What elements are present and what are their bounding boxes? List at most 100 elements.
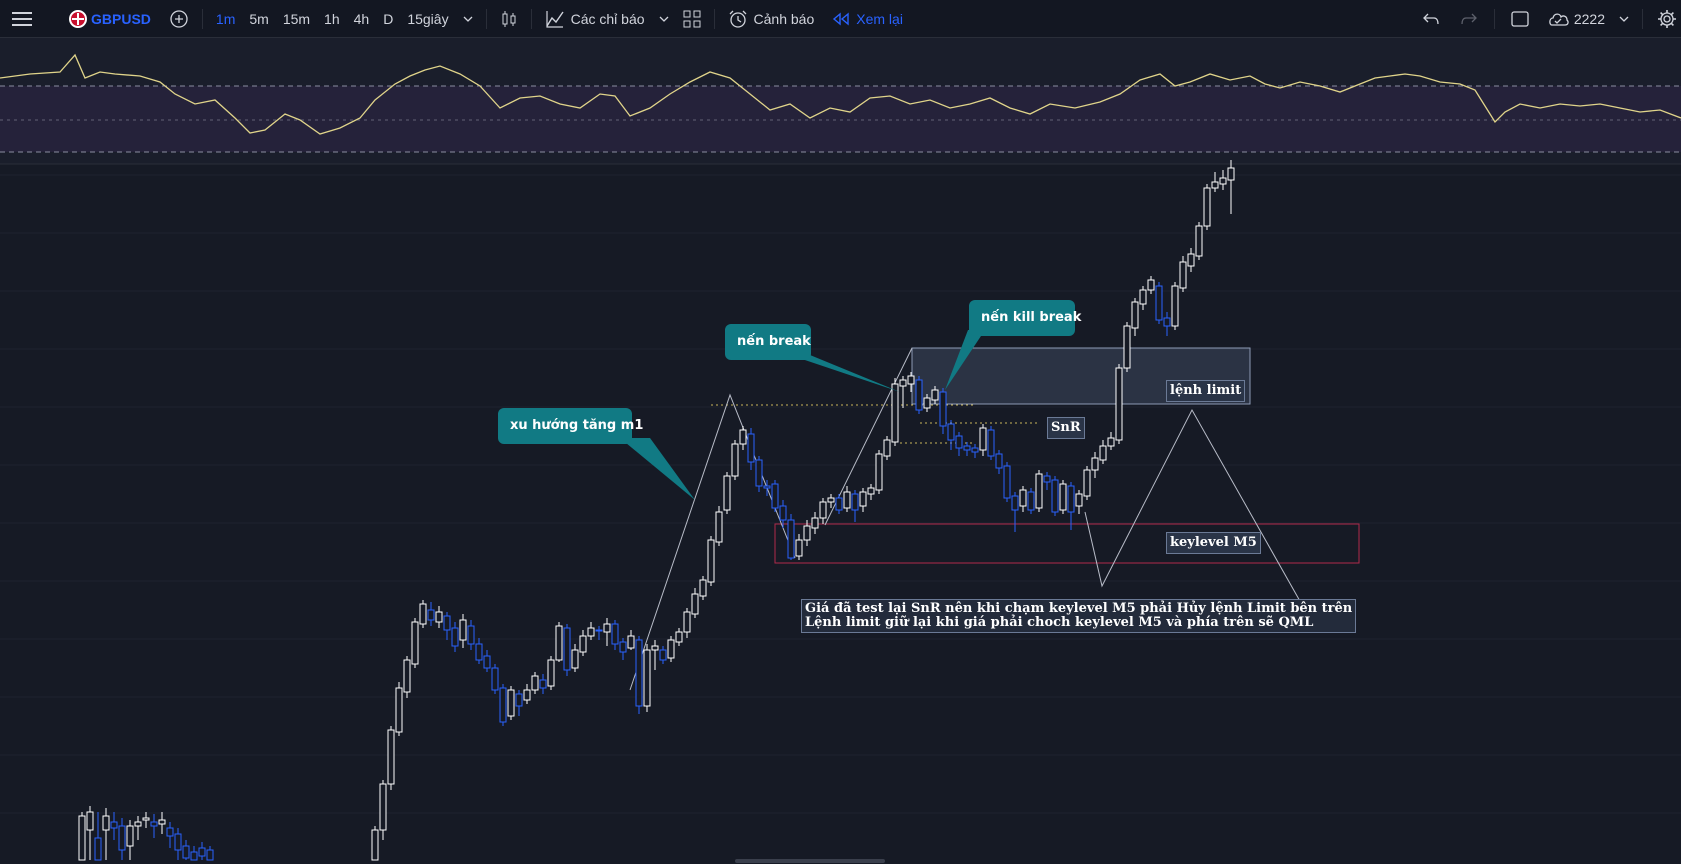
menu-button[interactable] <box>0 0 44 38</box>
bullish-candle <box>843 491 851 509</box>
bullish-candle <box>459 619 467 641</box>
redo-button[interactable] <box>1450 0 1488 38</box>
bearish-candle <box>659 649 667 661</box>
bullish-candle <box>923 397 931 409</box>
bearish-candle <box>118 825 126 851</box>
bearish-candle <box>971 447 979 453</box>
bullish-candle <box>627 635 635 649</box>
replay-button[interactable]: Xem lại <box>825 0 910 38</box>
timeframe-d[interactable]: D <box>376 0 400 38</box>
bullish-candle <box>435 611 443 623</box>
bearish-candle <box>467 625 475 645</box>
bearish-candle <box>491 667 499 691</box>
bullish-candle <box>691 593 699 615</box>
square-icon <box>1511 10 1529 27</box>
alerts-button[interactable]: Cảnh báo <box>721 0 822 38</box>
timeframe-15s[interactable]: 15giây <box>400 0 455 38</box>
indicators-button[interactable]: Các chỉ báo <box>538 0 652 38</box>
bullish-candle <box>1171 285 1179 327</box>
timeframe-1h[interactable]: 1h <box>317 0 347 38</box>
bearish-candle <box>947 423 955 441</box>
bearish-candle <box>515 693 523 707</box>
bearish-candle <box>1163 317 1171 327</box>
replay-label: Xem lại <box>856 10 903 27</box>
timeframe-1m[interactable]: 1m <box>209 0 242 38</box>
note-box[interactable]: Giá đã test lại SnR nên khi chạm keyleve… <box>801 599 1357 633</box>
bullish-candle <box>403 659 411 693</box>
timeframe-15m[interactable]: 15m <box>276 0 317 38</box>
bearish-candle <box>619 641 627 653</box>
note-line-1: Giá đã test lại SnR nên khi chạm keyleve… <box>805 601 1353 616</box>
fullscreen-button[interactable] <box>1501 0 1539 38</box>
bullish-candle <box>827 497 835 503</box>
bearish-candle <box>1003 465 1011 499</box>
callout-break[interactable]: nến break <box>725 324 811 360</box>
divider <box>201 8 203 29</box>
symbol-selector[interactable]: GBPUSD <box>62 0 158 38</box>
time-scrollbar[interactable] <box>735 859 885 863</box>
callout-kill-break[interactable]: nến kill break <box>969 300 1081 336</box>
bullish-candle <box>811 517 819 529</box>
bullish-candle <box>707 539 715 583</box>
label-snr[interactable]: SnR <box>1047 417 1085 439</box>
divider <box>1493 8 1495 29</box>
price-chart[interactable] <box>0 38 1681 864</box>
bearish-candle <box>451 627 459 647</box>
bullish-candle <box>387 729 395 785</box>
bearish-candle <box>595 629 603 632</box>
bullish-candle <box>603 623 611 633</box>
bullish-candle <box>899 379 907 387</box>
timeframe-dropdown[interactable] <box>456 0 480 38</box>
layouts-button[interactable] <box>676 0 708 38</box>
bullish-candle <box>675 631 683 643</box>
bullish-candle <box>931 389 939 401</box>
bullish-candle <box>1179 261 1187 289</box>
bullish-candle <box>891 383 899 443</box>
settings-button[interactable] <box>1649 0 1681 38</box>
cloud-save-button[interactable]: 2222 <box>1539 0 1612 38</box>
undo-button[interactable] <box>1412 0 1450 38</box>
bullish-candle <box>795 539 803 557</box>
bullish-candle <box>555 625 563 661</box>
bullish-candle <box>1059 483 1067 511</box>
bullish-candle <box>587 627 595 637</box>
cloud-dropdown[interactable] <box>1612 0 1636 38</box>
bullish-candle <box>859 491 867 507</box>
chart-type-button[interactable] <box>493 0 525 38</box>
indicators-label: Các chỉ báo <box>570 10 645 27</box>
chevron-down-icon <box>659 16 668 22</box>
bearish-candle <box>963 445 971 451</box>
chevron-down-icon <box>463 16 473 22</box>
timeframe-4h[interactable]: 4h <box>347 0 377 38</box>
bearish-candle <box>851 493 859 511</box>
callout-break-tail <box>790 355 900 392</box>
bearish-candle <box>174 833 182 851</box>
label-limit[interactable]: lệnh limit <box>1166 380 1246 402</box>
gear-icon <box>1658 9 1676 28</box>
timeframe-5m[interactable]: 5m <box>242 0 275 38</box>
bullish-candle <box>1131 301 1139 329</box>
bearish-candle <box>150 821 158 827</box>
bullish-candle <box>1203 187 1211 227</box>
alarm-clock-icon <box>729 10 746 28</box>
bullish-candle <box>411 621 419 665</box>
divider <box>530 8 532 29</box>
bearish-candle <box>787 519 795 559</box>
divider <box>1642 8 1643 29</box>
cloud-label: 2222 <box>1573 10 1605 27</box>
callout-uptrend[interactable]: xu hướng tăng m1 <box>498 408 643 444</box>
candlestick-icon <box>502 10 516 27</box>
bullish-candle <box>134 821 142 827</box>
indicators-dropdown[interactable] <box>652 0 676 38</box>
cloud-check-icon <box>1549 12 1569 26</box>
plus-circle-icon <box>170 9 188 28</box>
bullish-candle <box>867 487 875 495</box>
alerts-label: Cảnh báo <box>753 10 815 27</box>
bearish-candle <box>499 687 507 723</box>
label-keylevel[interactable]: keylevel M5 <box>1166 532 1261 554</box>
bearish-candle <box>747 433 755 463</box>
bearish-candle <box>190 851 198 861</box>
add-symbol-button[interactable] <box>162 0 196 38</box>
bullish-candle <box>523 689 531 701</box>
chart-area[interactable]: xu hướng tăng m1 nến break nến kill brea… <box>0 38 1681 864</box>
